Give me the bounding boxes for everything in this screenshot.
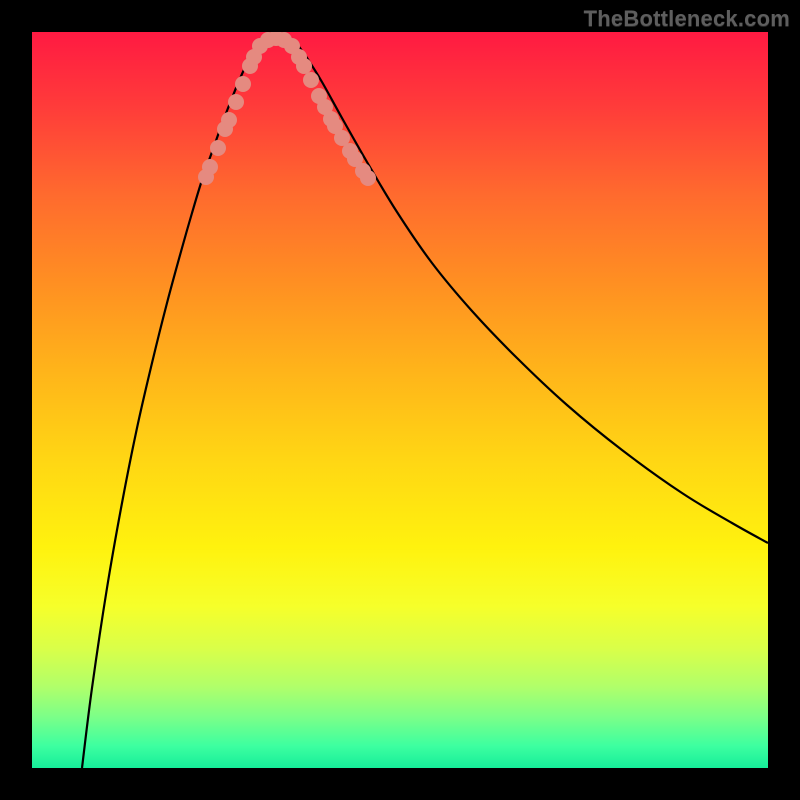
marker-left (228, 94, 244, 110)
marker-left (235, 76, 251, 92)
curve-layer (32, 32, 768, 768)
plot-area (32, 32, 768, 768)
marker-left (221, 112, 237, 128)
bottleneck-curve-right (297, 44, 768, 543)
marker-right (360, 170, 376, 186)
marker-right (303, 72, 319, 88)
data-markers (198, 32, 376, 186)
marker-right (296, 58, 312, 74)
watermark-text: TheBottleneck.com (584, 6, 790, 32)
chart-frame: TheBottleneck.com (0, 0, 800, 800)
marker-left (210, 140, 226, 156)
marker-left (202, 159, 218, 175)
bottleneck-curve-left (82, 44, 257, 768)
